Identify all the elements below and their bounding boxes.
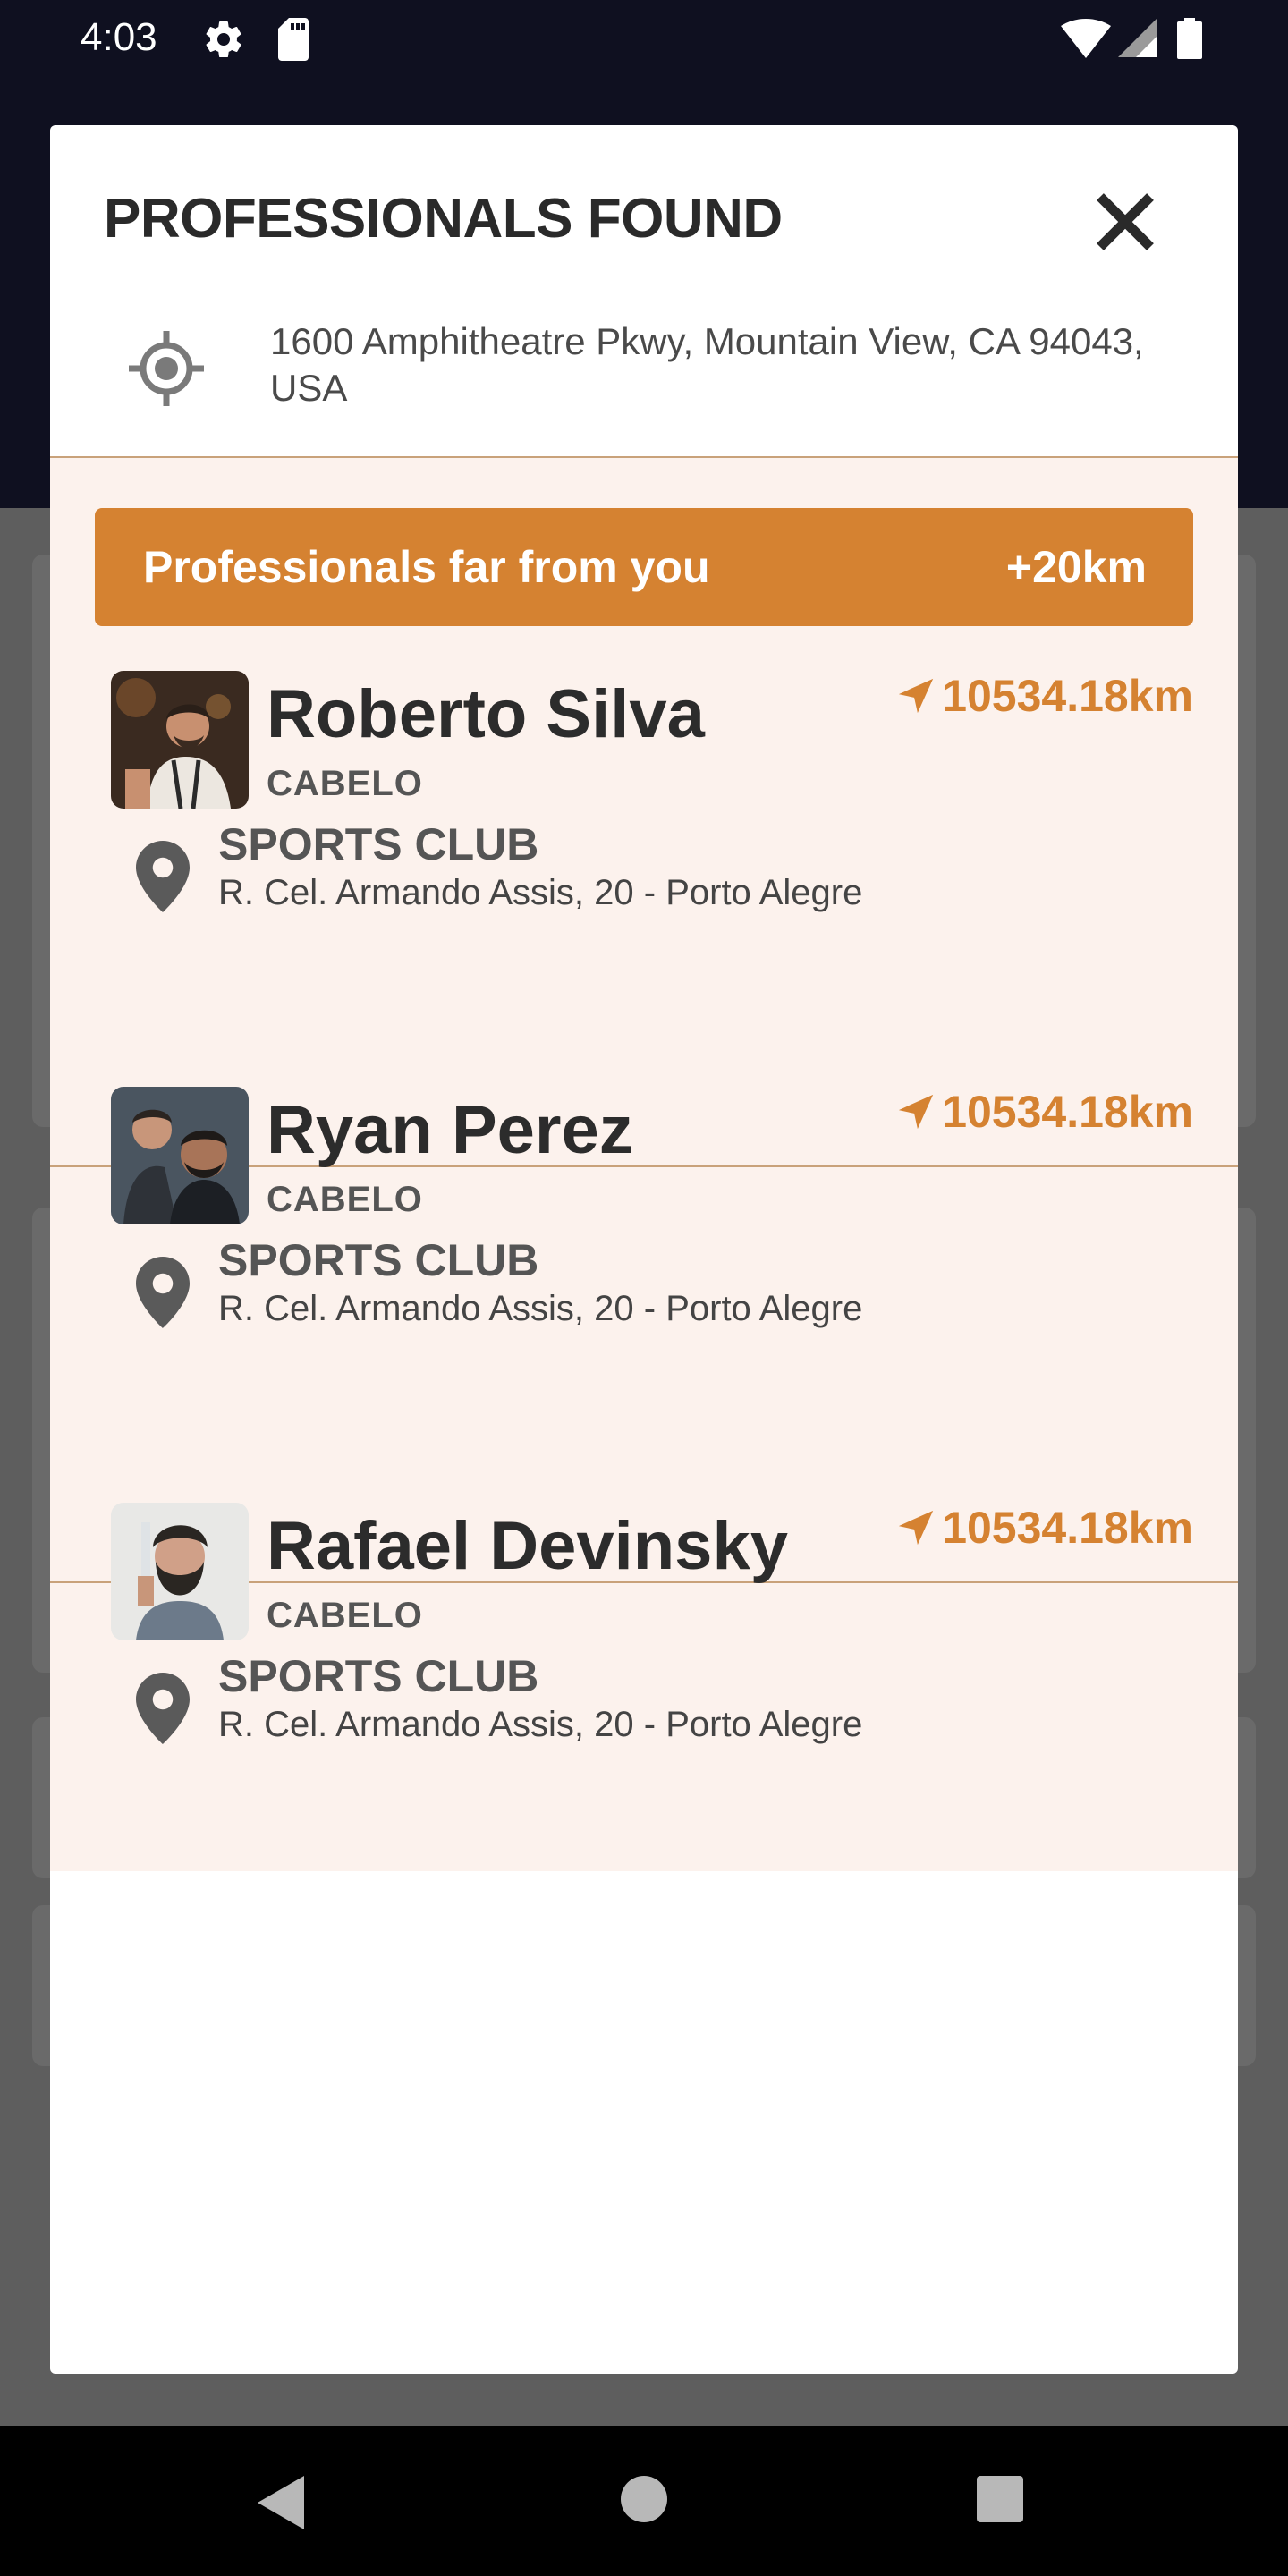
club-address: R. Cel. Armando Assis, 20 - Porto Alegre — [218, 873, 863, 912]
recents-icon[interactable] — [977, 2476, 1023, 2522]
professional-role: CABELO — [267, 1180, 423, 1219]
distance-value: 10534.18km — [942, 1503, 1193, 1553]
professional-item[interactable]: Rafael Devinsky CABELO 10534.18km SPORTS… — [50, 1465, 1238, 1880]
wifi-icon — [1061, 19, 1111, 58]
close-icon — [1097, 193, 1154, 250]
location-pin-icon — [136, 1257, 190, 1328]
location-pin-icon — [136, 841, 190, 912]
status-bar: 4:03 — [0, 0, 1288, 75]
status-time: 4:03 — [80, 15, 157, 59]
professionals-modal: PROFESSIONALS FOUND 1600 Amphitheatre Pk… — [50, 125, 1238, 2374]
close-button[interactable] — [1088, 184, 1163, 259]
avatar — [111, 1503, 249, 1640]
professional-name: Roberto Silva — [267, 676, 705, 752]
professionals-list: Professionals far from you +20km Roberto — [50, 458, 1238, 1871]
professional-name: Rafael Devinsky — [267, 1508, 788, 1584]
professional-distance: 10534.18km — [895, 669, 1193, 723]
club-name: SPORTS CLUB — [218, 1235, 539, 1285]
professional-name: Ryan Perez — [267, 1092, 633, 1168]
back-icon[interactable] — [258, 2476, 308, 2529]
club-address: R. Cel. Armando Assis, 20 - Porto Alegre — [218, 1705, 863, 1744]
current-address: 1600 Amphitheatre Pkwy, Mountain View, C… — [104, 318, 1177, 417]
professional-role: CABELO — [267, 764, 423, 803]
location-pin-icon — [136, 1673, 190, 1744]
professional-item[interactable]: Roberto Silva CABELO 10534.18km SPORTS C… — [50, 633, 1238, 1048]
club-name: SPORTS CLUB — [218, 1651, 539, 1701]
gear-icon — [206, 21, 242, 58]
navigation-arrow-icon — [899, 1510, 934, 1546]
modal-title: PROFESSIONALS FOUND — [104, 188, 783, 250]
banner-distance: +20km — [1005, 542, 1147, 592]
professional-item[interactable]: Ryan Perez CABELO 10534.18km SPORTS CLUB… — [50, 1049, 1238, 1464]
club-name: SPORTS CLUB — [218, 819, 539, 869]
avatar — [111, 671, 249, 809]
professional-distance: 10534.18km — [895, 1501, 1193, 1555]
professional-role: CABELO — [267, 1596, 423, 1635]
gps-target-icon — [129, 331, 204, 406]
sd-card-icon — [278, 18, 309, 61]
signal-icon — [1118, 18, 1157, 57]
banner-label: Professionals far from you — [143, 542, 710, 592]
distance-value: 10534.18km — [942, 671, 1193, 721]
navigation-arrow-icon — [899, 678, 934, 714]
system-nav-bar — [0, 2426, 1288, 2576]
battery-icon — [1177, 18, 1202, 59]
distance-value: 10534.18km — [942, 1087, 1193, 1137]
navigation-arrow-icon — [899, 1094, 934, 1130]
avatar — [111, 1087, 249, 1224]
professional-distance: 10534.18km — [895, 1085, 1193, 1139]
club-address: R. Cel. Armando Assis, 20 - Porto Alegre — [218, 1289, 863, 1328]
address-text: 1600 Amphitheatre Pkwy, Mountain View, C… — [270, 320, 1144, 409]
far-professionals-banner: Professionals far from you +20km — [95, 508, 1193, 626]
home-icon[interactable] — [621, 2476, 667, 2522]
